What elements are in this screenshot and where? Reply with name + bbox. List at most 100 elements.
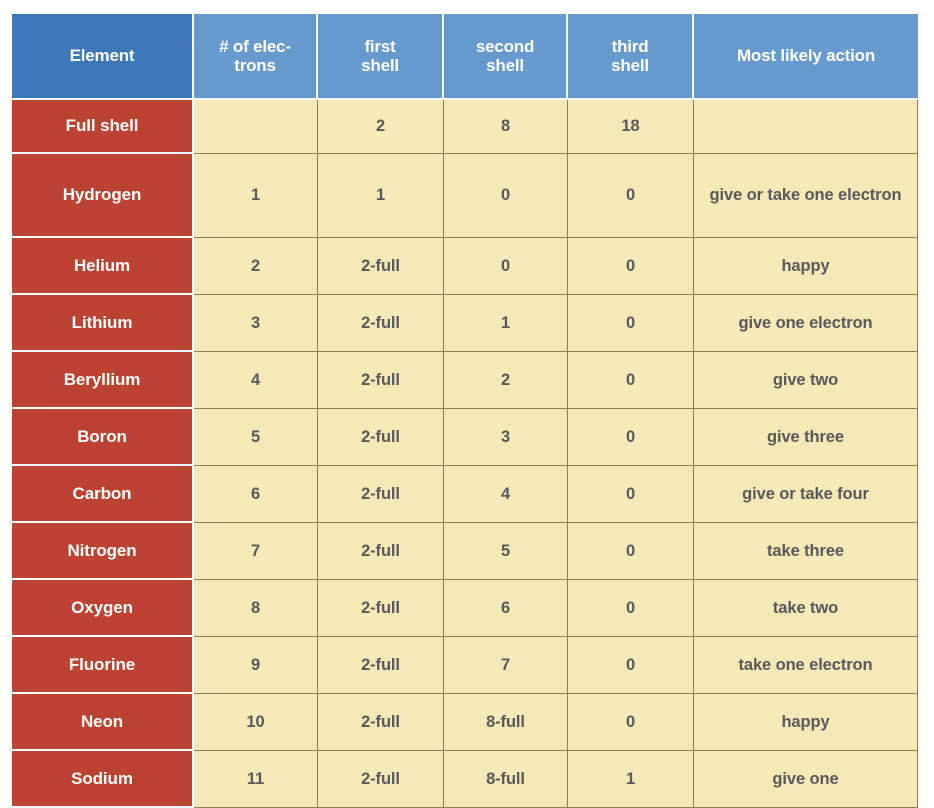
cell-first-shell: 1	[318, 154, 444, 238]
cell-electron-count: 11	[194, 751, 318, 808]
cell-second-shell: 1	[444, 295, 568, 352]
cell-third-shell: 0	[568, 523, 694, 580]
electron-shell-table: Element # of elec- trons first shell sec…	[12, 14, 918, 808]
column-header-electrons-line1: # of elec-	[219, 36, 291, 56]
cell-electron-count: 9	[194, 637, 318, 694]
cell-most-likely-action: take one electron	[694, 637, 918, 694]
table-header: Element # of elec- trons first shell sec…	[12, 14, 918, 100]
column-header-third-shell-line1: third	[611, 36, 649, 56]
cell-most-likely-action: happy	[694, 238, 918, 295]
cell-element-name: Hydrogen	[12, 154, 194, 238]
cell-element-name: Beryllium	[12, 352, 194, 409]
cell-element-name: Nitrogen	[12, 523, 194, 580]
cell-electron-count: 2	[194, 238, 318, 295]
cell-second-shell: 8	[444, 100, 568, 154]
column-header-element-label: Element	[69, 46, 135, 66]
table-row: Carbon 6 2-full 4 0 give or take four	[12, 466, 918, 523]
table-row: Sodium 11 2-full 8-full 1 give one	[12, 751, 918, 808]
cell-third-shell: 0	[568, 352, 694, 409]
cell-element-name: Lithium	[12, 295, 194, 352]
column-header-second-shell-line1: second	[475, 36, 535, 56]
cell-most-likely-action: give or take four	[694, 466, 918, 523]
cell-most-likely-action: take three	[694, 523, 918, 580]
cell-third-shell: 0	[568, 295, 694, 352]
cell-first-shell: 2-full	[318, 694, 444, 751]
column-header-third-shell: third shell	[568, 14, 694, 100]
cell-second-shell: 8-full	[444, 694, 568, 751]
cell-second-shell: 2	[444, 352, 568, 409]
cell-second-shell: 4	[444, 466, 568, 523]
cell-first-shell: 2-full	[318, 523, 444, 580]
table-row: Beryllium 4 2-full 2 0 give two	[12, 352, 918, 409]
cell-first-shell: 2-full	[318, 580, 444, 637]
cell-most-likely-action: give or take one electron	[694, 154, 918, 238]
cell-third-shell: 0	[568, 466, 694, 523]
table-row: Lithium 3 2-full 1 0 give one electron	[12, 295, 918, 352]
cell-most-likely-action	[694, 100, 918, 154]
cell-electron-count: 10	[194, 694, 318, 751]
table-row: Hydrogen 1 1 0 0 give or take one electron	[12, 154, 918, 238]
table-row: Helium 2 2-full 0 0 happy	[12, 238, 918, 295]
cell-most-likely-action: give one	[694, 751, 918, 808]
cell-element-name: Oxygen	[12, 580, 194, 637]
cell-first-shell: 2-full	[318, 238, 444, 295]
cell-third-shell: 0	[568, 637, 694, 694]
cell-electron-count: 7	[194, 523, 318, 580]
cell-third-shell: 0	[568, 694, 694, 751]
cell-electron-count: 4	[194, 352, 318, 409]
column-header-second-shell-line2: shell	[486, 56, 524, 75]
cell-third-shell: 0	[568, 409, 694, 466]
cell-third-shell: 18	[568, 100, 694, 154]
cell-most-likely-action: take two	[694, 580, 918, 637]
cell-first-shell: 2-full	[318, 409, 444, 466]
column-header-most-likely-action-label: Most likely action	[736, 46, 876, 66]
column-header-first-shell-line1: first	[364, 36, 396, 56]
cell-most-likely-action: give three	[694, 409, 918, 466]
column-header-most-likely-action: Most likely action	[694, 14, 918, 100]
cell-third-shell: 1	[568, 751, 694, 808]
table-row: Nitrogen 7 2-full 5 0 take three	[12, 523, 918, 580]
cell-electron-count	[194, 100, 318, 154]
column-header-electrons-line2: trons	[234, 56, 276, 75]
table-row: Full shell 2 8 18	[12, 100, 918, 154]
cell-electron-count: 6	[194, 466, 318, 523]
table-row: Fluorine 9 2-full 7 0 take one electron	[12, 637, 918, 694]
cell-second-shell: 6	[444, 580, 568, 637]
table-body: Full shell 2 8 18 Hydrogen 1 1 0 0 give or take o…	[12, 100, 918, 808]
column-header-electrons: # of elec- trons	[194, 14, 318, 100]
cell-second-shell: 0	[444, 238, 568, 295]
cell-electron-count: 5	[194, 409, 318, 466]
cell-second-shell: 5	[444, 523, 568, 580]
cell-element-name: Boron	[12, 409, 194, 466]
column-header-third-shell-line2: shell	[611, 56, 649, 75]
cell-element-name: Carbon	[12, 466, 194, 523]
electron-shell-table-container: Element # of elec- trons first shell sec…	[12, 14, 918, 808]
cell-second-shell: 3	[444, 409, 568, 466]
cell-first-shell: 2-full	[318, 466, 444, 523]
cell-first-shell: 2-full	[318, 295, 444, 352]
column-header-first-shell: first shell	[318, 14, 444, 100]
cell-most-likely-action: give two	[694, 352, 918, 409]
cell-electron-count: 3	[194, 295, 318, 352]
table-row: Boron 5 2-full 3 0 give three	[12, 409, 918, 466]
column-header-second-shell: second shell	[444, 14, 568, 100]
cell-element-name: Full shell	[12, 100, 194, 154]
cell-first-shell: 2	[318, 100, 444, 154]
cell-first-shell: 2-full	[318, 637, 444, 694]
cell-most-likely-action: give one electron	[694, 295, 918, 352]
table-row: Oxygen 8 2-full 6 0 take two	[12, 580, 918, 637]
cell-electron-count: 8	[194, 580, 318, 637]
cell-element-name: Helium	[12, 238, 194, 295]
header-row: Element # of elec- trons first shell sec…	[12, 14, 918, 100]
cell-element-name: Neon	[12, 694, 194, 751]
cell-most-likely-action: happy	[694, 694, 918, 751]
cell-element-name: Fluorine	[12, 637, 194, 694]
table-row: Neon 10 2-full 8-full 0 happy	[12, 694, 918, 751]
cell-second-shell: 0	[444, 154, 568, 238]
column-header-first-shell-line2: shell	[361, 56, 399, 75]
cell-first-shell: 2-full	[318, 352, 444, 409]
cell-first-shell: 2-full	[318, 751, 444, 808]
cell-third-shell: 0	[568, 580, 694, 637]
cell-electron-count: 1	[194, 154, 318, 238]
cell-second-shell: 8-full	[444, 751, 568, 808]
